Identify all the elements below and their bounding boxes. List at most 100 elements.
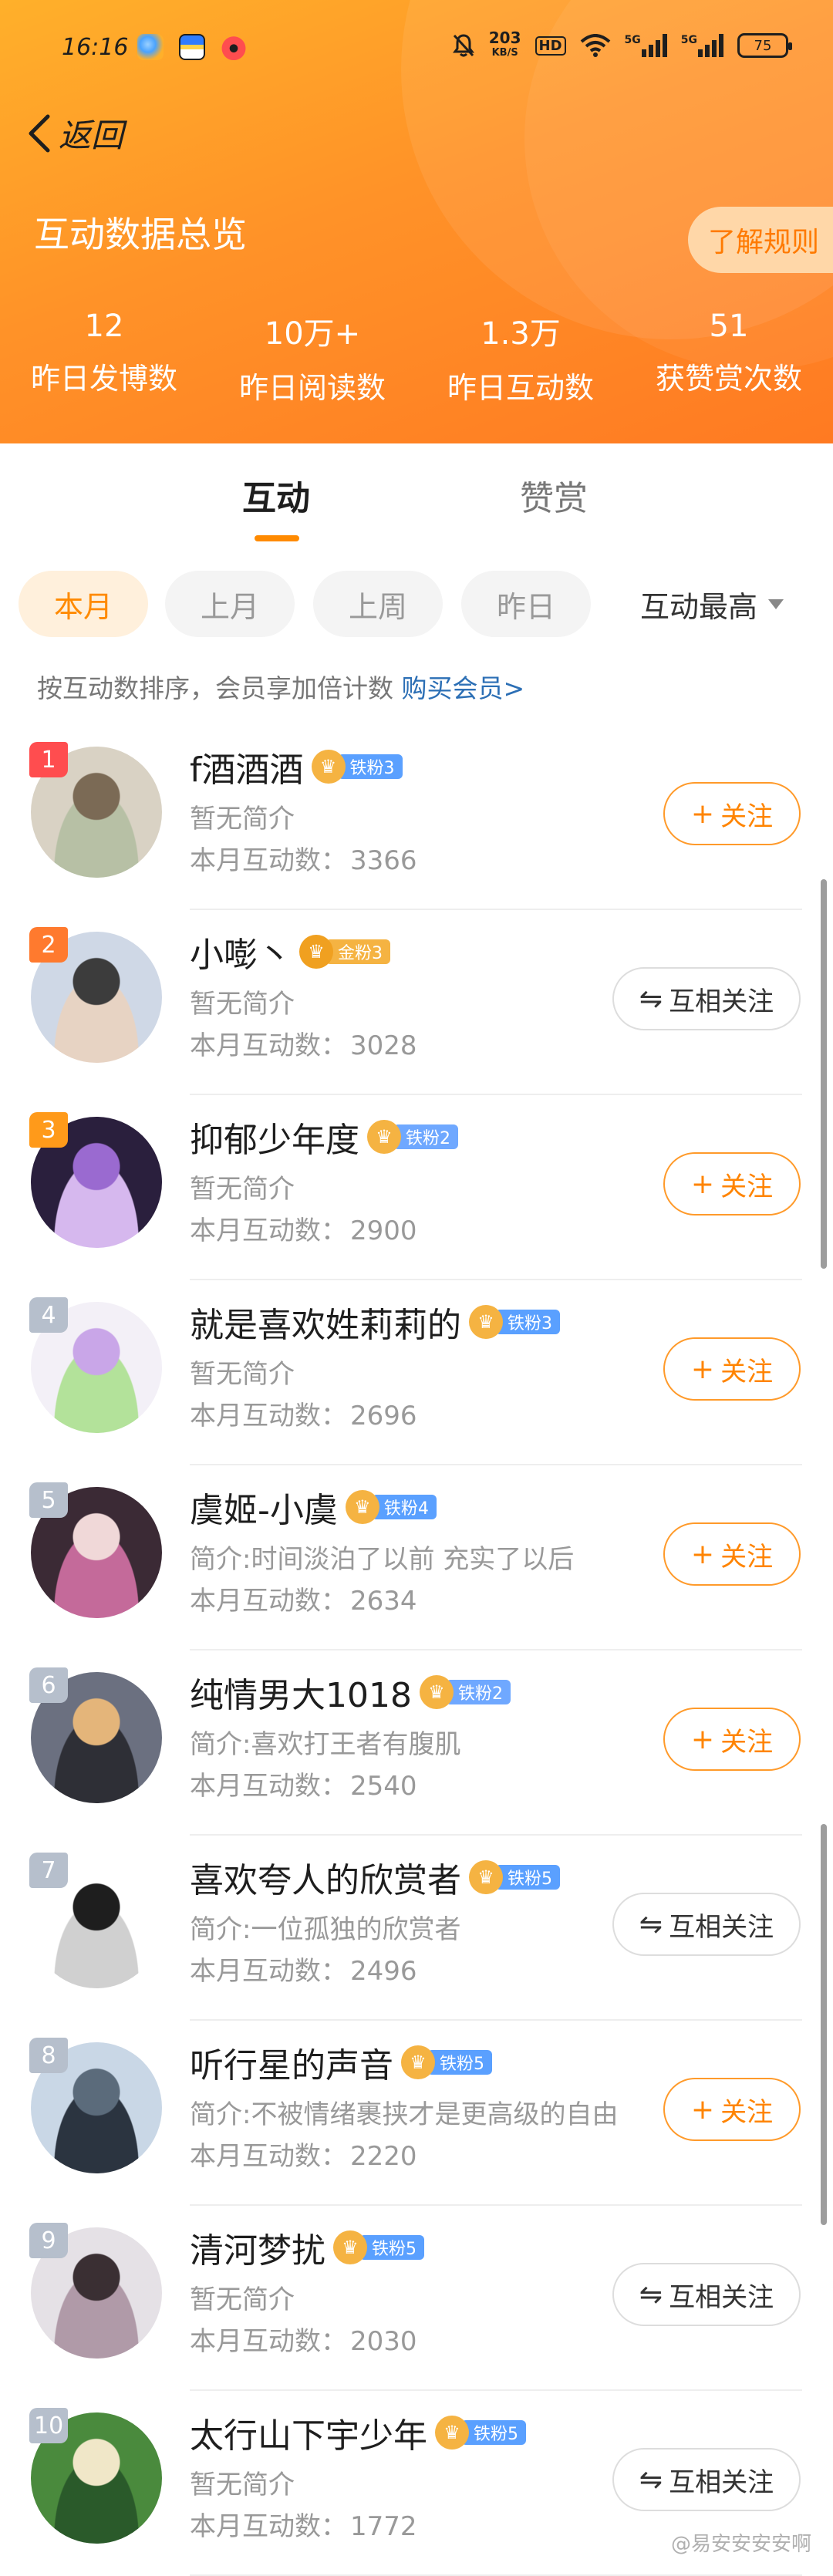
interaction-count: 本月互动数： 3028 [190,1024,417,1062]
mutual-follow-button[interactable]: ⇋ 互相关注 [612,2263,801,2326]
rank-badge: 5 [29,1482,68,1518]
hd-badge: HD [535,35,566,56]
user-name[interactable]: 喜欢夸人的欣赏者 [190,1853,461,1902]
list-item[interactable]: 6 纯情男大1018 ♛ 铁粉2 简介:喜欢打王者有腹肌 本月互动数： 2540 … [0,1650,833,1836]
interaction-count: 本月互动数： 2496 [190,1950,417,1988]
user-name[interactable]: 抑郁少年度 [190,1112,359,1162]
user-name[interactable]: f酒酒酒 [190,742,304,791]
plus-icon: + [690,797,715,830]
user-name-line: 纯情男大1018 ♛ 铁粉2 [190,1667,511,1717]
crown-icon: ♛ [345,1490,379,1524]
scrollbar[interactable] [821,1824,827,2225]
fan-badge-label: 铁粉5 [427,2050,492,2075]
tab-bar: 互动 赞赏 [0,470,833,548]
plus-icon: + [690,2093,715,2126]
list-item[interactable]: 1 f酒酒酒 ♛ 铁粉3 暂无简介 本月互动数： 3366 + 关注 [0,725,833,910]
user-name-line: 清河梦扰 ♛ 铁粉5 [190,2223,424,2272]
button-label: 关注 [720,1171,774,1202]
follow-button[interactable]: + 关注 [663,1152,801,1216]
caret-down-icon [768,598,784,609]
count-label: 本月互动数： [190,2141,347,2172]
note-text: 按互动数排序，会员享加倍计数 [37,673,393,703]
crown-icon: ♛ [419,1675,454,1709]
fan-badge-label: 铁粉3 [495,1310,560,1334]
list-item[interactable]: 7 喜欢夸人的欣赏者 ♛ 铁粉5 简介:一位孤独的欣赏者 本月互动数： 2496 … [0,1836,833,2021]
count-label: 本月互动数： [190,1586,347,1617]
crown-icon: ♛ [435,2416,469,2450]
sort-dropdown[interactable]: 互动最高 [640,571,784,637]
fan-badge-label: 铁粉4 [371,1495,437,1519]
buy-membership-link[interactable]: 购买会员> [402,673,525,703]
user-name-line: 喜欢夸人的欣赏者 ♛ 铁粉5 [190,1853,560,1902]
user-intro: 暂无简介 [190,804,295,835]
tab-interaction[interactable]: 互动 [199,470,353,520]
follow-button[interactable]: + 关注 [663,2078,801,2141]
follow-button[interactable]: + 关注 [663,782,801,845]
filter-yesterday[interactable]: 昨日 [461,571,591,637]
count-value: 3028 [350,1030,417,1061]
stat-rewards: 51 获赞赏次数 [625,309,833,406]
back-button[interactable]: 返回 [25,110,123,157]
user-name-line: f酒酒酒 ♛ 铁粉3 [190,742,403,791]
mutual-follow-button[interactable]: ⇋ 互相关注 [612,2448,801,2511]
mutual-follow-button[interactable]: ⇋ 互相关注 [612,1893,801,1956]
list-item[interactable]: 9 清河梦扰 ♛ 铁粉5 暂无简介 本月互动数： 2030 ⇋ 互相关注 [0,2206,833,2391]
user-intro: 简介:时间淡泊了以前 充实了以后 [190,1544,575,1575]
wifi-icon [580,34,610,57]
battery-icon: 75 [737,33,792,58]
stat-label: 昨日发博数 [30,362,177,396]
follow-button[interactable]: + 关注 [663,1708,801,1771]
page-title: 互动数据总览 [34,214,247,255]
fan-badge: ♛ 铁粉4 [345,1490,437,1524]
follow-button[interactable]: + 关注 [663,1522,801,1586]
user-name[interactable]: 听行星的声音 [190,2038,393,2087]
list-item[interactable]: 5 虞姬-小虞 ♛ 铁粉4 简介:时间淡泊了以前 充实了以后 本月互动数： 263… [0,1465,833,1650]
scrollbar[interactable] [821,879,827,1269]
rank-badge: 10 [29,2408,69,2443]
user-name[interactable]: 就是喜欢姓莉莉的 [190,1297,461,1347]
list-item[interactable]: 2 小嘭丶 ♛ 金粉3 暂无简介 本月互动数： 3028 ⇋ 互相关注 [0,910,833,1095]
rank-badge: 9 [29,2223,68,2258]
user-name-line: 就是喜欢姓莉莉的 ♛ 铁粉3 [190,1297,560,1347]
rank-badge: 3 [29,1112,68,1148]
button-label: 互相关注 [669,2466,774,2498]
filter-this-month[interactable]: 本月 [19,571,148,637]
mutual-follow-button[interactable]: ⇋ 互相关注 [612,967,801,1030]
button-label: 关注 [720,1726,774,1758]
user-name[interactable]: 小嘭丶 [190,927,292,976]
user-name[interactable]: 纯情男大1018 [190,1667,412,1717]
weibo-notification-icon [221,34,247,60]
user-name[interactable]: 清河梦扰 [190,2223,325,2272]
rules-button[interactable]: 了解规则 [688,207,833,273]
filter-last-week[interactable]: 上周 [313,571,443,637]
fan-badge-label: 铁粉2 [445,1680,511,1704]
swap-arrows-icon: ⇋ [639,983,663,1015]
user-intro: 暂无简介 [190,2284,295,2315]
rank-badge: 7 [29,1853,68,1888]
back-label: 返回 [59,116,124,154]
interaction-count: 本月互动数： 2540 [190,1765,417,1802]
button-label: 关注 [720,1356,774,1387]
stats-row: 12 昨日发博数 10万+ 昨日阅读数 1.3万 昨日互动数 51 获赞赏次数 [0,309,833,406]
user-intro: 简介:一位孤独的欣赏者 [190,1914,461,1945]
user-name[interactable]: 太行山下宇少年 [190,2408,427,2457]
user-name[interactable]: 虞姬-小虞 [190,1482,338,1532]
swap-arrows-icon: ⇋ [639,2278,663,2311]
count-value: 1772 [350,2511,417,2542]
signal-label: 5G [680,34,697,46]
app-notification-icon [137,34,164,60]
list-item[interactable]: 4 就是喜欢姓莉莉的 ♛ 铁粉3 暂无简介 本月互动数： 2696 + 关注 [0,1280,833,1465]
battery-level: 75 [754,37,772,54]
plus-icon: + [690,1168,715,1200]
tab-reward[interactable]: 赞赏 [477,470,631,520]
plus-icon: + [690,1723,715,1755]
filter-last-month[interactable]: 上月 [165,571,295,637]
list-item[interactable]: 3 抑郁少年度 ♛ 铁粉2 暂无简介 本月互动数： 2900 + 关注 [0,1095,833,1280]
follow-button[interactable]: + 关注 [663,1337,801,1401]
stat-reads: 10万+ 昨日阅读数 [208,309,416,406]
crown-icon: ♛ [333,2230,367,2264]
stat-value: 1.3万 [481,316,561,352]
list-item[interactable]: 8 听行星的声音 ♛ 铁粉5 简介:不被情绪裹挟才是更高级的自由 本月互动数： 2… [0,2021,833,2206]
fan-badge-label: 铁粉5 [359,2235,424,2260]
button-label: 互相关注 [669,2281,774,2313]
